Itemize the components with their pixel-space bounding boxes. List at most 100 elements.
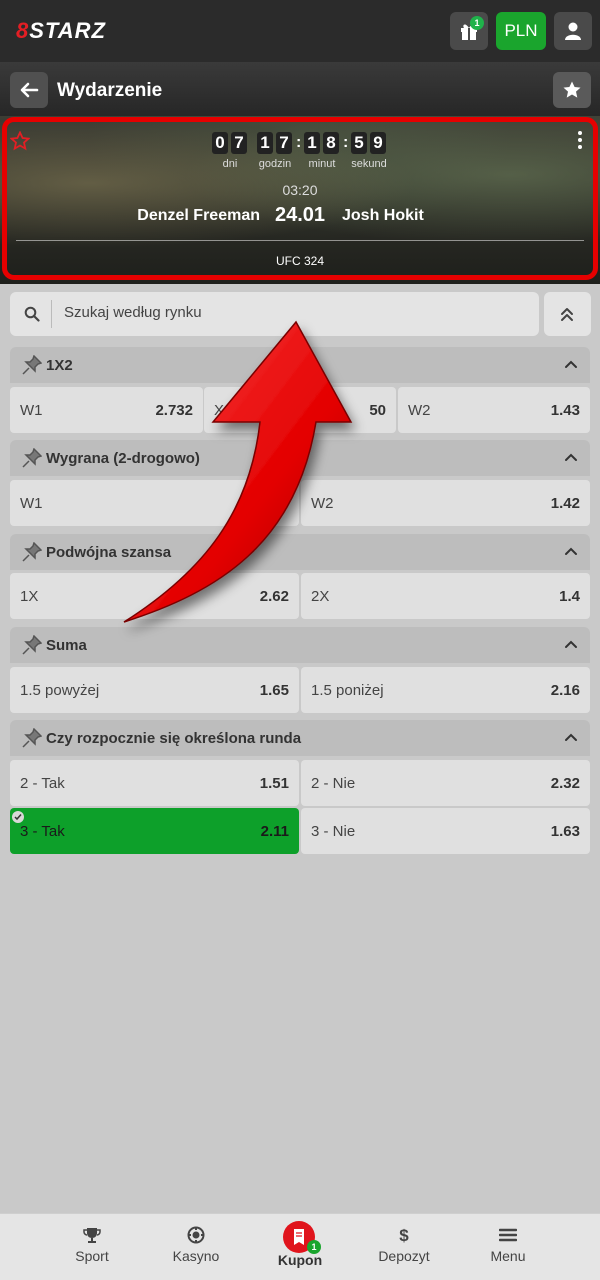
- odd-label: W1: [20, 402, 43, 419]
- nav-kasyno[interactable]: Kasyno: [151, 1214, 241, 1280]
- chevron-up-icon: [565, 547, 577, 555]
- odd-label: 1.5 powyżej: [20, 682, 100, 699]
- collapse-all-button[interactable]: [544, 292, 591, 336]
- nav-sport[interactable]: Sport: [47, 1214, 137, 1280]
- favorite-button[interactable]: [553, 72, 591, 108]
- bottom-nav: Sport Kasyno 1 Kupon $ Depozyt Menu: [0, 1213, 600, 1280]
- nav-label: Menu: [490, 1248, 526, 1264]
- market-title: Podwójna szansa: [46, 544, 172, 561]
- chevron-up-icon: [565, 360, 577, 368]
- odd-button[interactable]: W2 1.43: [398, 387, 590, 433]
- double-chevron-up-icon: [561, 308, 573, 321]
- nav-depozyt[interactable]: $ Depozyt: [359, 1214, 449, 1280]
- dollar-icon: $: [399, 1226, 409, 1244]
- odd-button-selected[interactable]: 3 - Tak 2.11: [10, 808, 299, 854]
- nav-label: Depozyt: [378, 1248, 430, 1264]
- countdown-timer: 0 7 1 7 : 1 8 : 5 9 dni godzin minut sek…: [212, 132, 392, 176]
- market-search: [10, 292, 539, 336]
- odd-button[interactable]: W1 2.732: [10, 387, 203, 433]
- brand-logo[interactable]: 8STARZ: [16, 18, 106, 44]
- hamburger-menu-icon: [499, 1228, 517, 1242]
- pin-icon[interactable]: [22, 355, 42, 375]
- check-icon: [12, 811, 24, 823]
- odd-label: 3 - Tak: [20, 823, 65, 840]
- odd-label: W2: [311, 495, 334, 512]
- timer-digit: 9: [370, 132, 386, 154]
- market-header[interactable]: Podwójna szansa: [10, 534, 590, 570]
- odd-value: 50: [369, 402, 386, 419]
- chevron-up-icon: [565, 640, 577, 648]
- odd-label: X: [214, 402, 225, 419]
- match-time: 03:20: [282, 182, 318, 198]
- page-title: Wydarzenie: [57, 80, 163, 101]
- divider: [16, 240, 584, 241]
- odd-button[interactable]: 3 - Nie 1.63: [301, 808, 590, 854]
- market-title: 1X2: [46, 357, 73, 374]
- pin-icon[interactable]: [22, 728, 42, 748]
- odd-button[interactable]: W2 1.42: [301, 480, 590, 526]
- market-header[interactable]: Suma: [10, 627, 590, 663]
- team-home: Denzel Freeman: [137, 207, 260, 224]
- market-header[interactable]: Czy rozpocznie się określona runda: [10, 720, 590, 756]
- timer-digit: 7: [231, 132, 247, 154]
- gift-count-badge: 1: [470, 16, 484, 30]
- nav-kupon[interactable]: 1 Kupon: [255, 1214, 345, 1280]
- page-header: Wydarzenie: [0, 62, 600, 118]
- timer-digit: 5: [351, 132, 367, 154]
- odd-value: 1.51: [259, 775, 289, 792]
- currency-button[interactable]: PLN: [496, 12, 546, 50]
- league-name: UFC 324: [275, 254, 325, 268]
- user-button[interactable]: [554, 12, 592, 50]
- star-outline-icon[interactable]: [10, 131, 30, 151]
- arrow-left-icon: [20, 82, 39, 98]
- market-title: Wygrana (2-drogowo): [46, 450, 200, 467]
- odd-button[interactable]: 2X 1.4: [301, 573, 590, 619]
- odd-button[interactable]: 2 - Nie 2.32: [301, 760, 590, 806]
- timer-colon: :: [296, 134, 302, 151]
- timer-digit: 0: [212, 132, 228, 154]
- odd-button[interactable]: 1.5 powyżej 1.65: [10, 667, 299, 713]
- gift-button[interactable]: 1: [450, 12, 488, 50]
- odd-value: 1.4: [559, 588, 580, 605]
- odd-value: 1.65: [259, 682, 289, 699]
- odd-button[interactable]: 1X 2.62: [10, 573, 299, 619]
- back-button[interactable]: [10, 72, 48, 108]
- nav-label: Kasyno: [172, 1248, 220, 1264]
- top-bar: 8STARZ 1 PLN: [0, 0, 600, 62]
- odd-label: W2: [408, 402, 431, 419]
- nav-menu[interactable]: Menu: [463, 1214, 553, 1280]
- market-header[interactable]: 1X2: [10, 347, 590, 383]
- odd-value: 2.32: [550, 775, 580, 792]
- timer-digit: 1: [257, 132, 273, 154]
- odd-value: 2.16: [550, 682, 580, 699]
- timer-label: dni: [222, 158, 238, 170]
- market-header[interactable]: Wygrana (2-drogowo): [10, 440, 590, 476]
- odd-label: 2 - Tak: [20, 775, 65, 792]
- odd-label: W1: [20, 495, 43, 512]
- pin-icon[interactable]: [22, 542, 42, 562]
- pin-icon[interactable]: [22, 448, 42, 468]
- search-input[interactable]: [64, 304, 524, 321]
- odd-label: 3 - Nie: [311, 823, 356, 840]
- trophy-icon: [83, 1228, 101, 1243]
- odd-button[interactable]: 2 - Tak 1.51: [10, 760, 299, 806]
- star-icon: [563, 81, 581, 98]
- timer-label: godzin: [258, 158, 292, 170]
- odd-value: 2.732: [155, 402, 193, 419]
- chevron-up-icon: [565, 453, 577, 461]
- nav-label: Sport: [75, 1248, 109, 1264]
- odd-label: 2X: [311, 588, 330, 605]
- chevron-up-icon: [565, 733, 577, 741]
- odd-value: 2.62: [259, 588, 289, 605]
- odd-label: 1X: [20, 588, 39, 605]
- user-icon: [565, 22, 581, 40]
- odd-button[interactable]: 1.5 poniżej 2.16: [301, 667, 590, 713]
- odd-button[interactable]: X 50: [204, 387, 396, 433]
- odd-value: 1.43: [550, 402, 580, 419]
- odd-button[interactable]: W1: [10, 480, 299, 526]
- market-title: Suma: [46, 637, 87, 654]
- more-options-icon[interactable]: [574, 131, 586, 151]
- pin-icon[interactable]: [22, 635, 42, 655]
- odd-value: 2.11: [260, 823, 289, 840]
- timer-label: sekund: [351, 158, 387, 170]
